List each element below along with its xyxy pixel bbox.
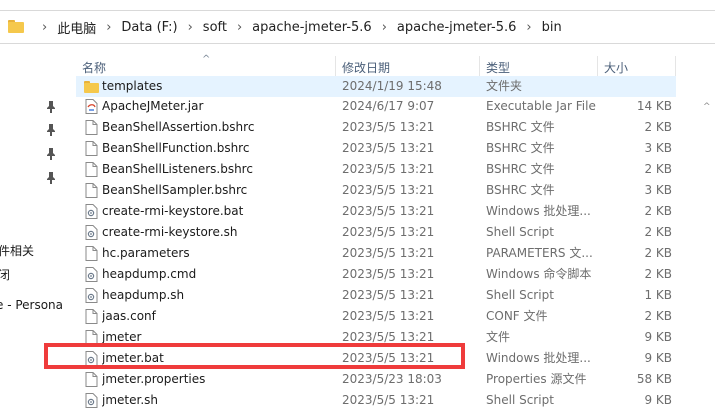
nav-item[interactable]: 件相关 — [0, 242, 34, 259]
table-row[interactable]: ApacheJMeter.jar 2024/6/17 9:07 Executab… — [76, 96, 676, 117]
script-file-icon — [85, 267, 98, 282]
table-row[interactable]: jmeter.properties 2023/5/23 18:03 Proper… — [76, 369, 676, 390]
chevron-right-icon[interactable]: › — [188, 20, 193, 35]
address-bar: › 此电脑 › Data (F:) › soft › apache-jmeter… — [0, 0, 715, 56]
table-row[interactable]: create-rmi-keystore.bat 2023/5/5 13:21 W… — [76, 201, 676, 222]
file-icon — [85, 141, 98, 156]
table-row[interactable]: BeanShellListeners.bshrc 2023/5/5 13:21 … — [76, 159, 676, 180]
table-row[interactable]: BeanShellFunction.bshrc 2023/5/5 13:21 B… — [76, 138, 676, 159]
pin-icon[interactable] — [46, 101, 56, 113]
chevron-right-icon[interactable]: › — [42, 20, 47, 35]
breadcrumb-item[interactable]: apache-jmeter-5.6 — [397, 20, 517, 35]
nav-item[interactable]: e - Persona — [0, 298, 63, 312]
pin-icon[interactable] — [46, 172, 56, 184]
file-icon — [85, 309, 98, 324]
table-row[interactable]: BeanShellSampler.bshrc 2023/5/5 13:21 BS… — [76, 180, 676, 201]
table-row[interactable]: jmeter.sh 2023/5/5 13:21 Shell Script 9 … — [76, 390, 676, 410]
nav-item[interactable]: 闭 — [0, 266, 10, 283]
vertical-scrollbar[interactable]: ^ — [700, 80, 715, 410]
breadcrumb: › 此电脑 › Data (F:) › soft › apache-jmeter… — [32, 11, 562, 43]
chevron-right-icon[interactable]: › — [526, 20, 531, 35]
breadcrumb-item[interactable]: apache-jmeter-5.6 — [252, 20, 372, 35]
address-box[interactable]: › 此电脑 › Data (F:) › soft › apache-jmeter… — [0, 10, 715, 44]
jar-file-icon — [85, 99, 98, 114]
file-icon — [85, 162, 98, 177]
chevron-right-icon[interactable]: › — [237, 20, 242, 35]
folder-icon — [84, 81, 99, 93]
chevron-right-icon[interactable]: › — [106, 20, 111, 35]
table-row[interactable]: hc.parameters 2023/5/5 13:21 PARAMETERS … — [76, 243, 676, 264]
folder-icon — [8, 20, 24, 33]
breadcrumb-item[interactable]: 此电脑 — [57, 18, 96, 37]
breadcrumb-item[interactable]: soft — [203, 20, 227, 35]
table-row[interactable]: jaas.conf 2023/5/5 13:21 CONF 文件 2 KB — [76, 306, 676, 327]
table-row[interactable]: templates 2024/1/19 15:48 文件夹 — [76, 76, 676, 97]
pin-icon[interactable] — [46, 124, 56, 136]
file-icon — [85, 246, 98, 261]
script-file-icon — [85, 393, 98, 408]
table-row[interactable]: BeanShellAssertion.bshrc 2023/5/5 13:21 … — [76, 117, 676, 138]
file-icon — [85, 372, 98, 387]
script-file-icon — [85, 204, 98, 219]
table-row[interactable]: heapdump.cmd 2023/5/5 13:21 Windows 命令脚本… — [76, 264, 676, 285]
pin-icon[interactable] — [46, 148, 56, 160]
file-icon — [85, 183, 98, 198]
file-icon — [85, 120, 98, 135]
breadcrumb-item[interactable]: Data (F:) — [121, 20, 177, 35]
table-row[interactable]: heapdump.sh 2023/5/5 13:21 Shell Script … — [76, 285, 676, 306]
script-file-icon — [85, 288, 98, 303]
annotation-highlight — [44, 343, 465, 369]
breadcrumb-item[interactable]: bin — [542, 20, 562, 35]
chevron-right-icon[interactable]: › — [382, 20, 387, 35]
table-row[interactable]: create-rmi-keystore.sh 2023/5/5 13:21 Sh… — [76, 222, 676, 243]
scroll-up-icon[interactable]: ^ — [703, 102, 711, 112]
script-file-icon — [85, 225, 98, 240]
